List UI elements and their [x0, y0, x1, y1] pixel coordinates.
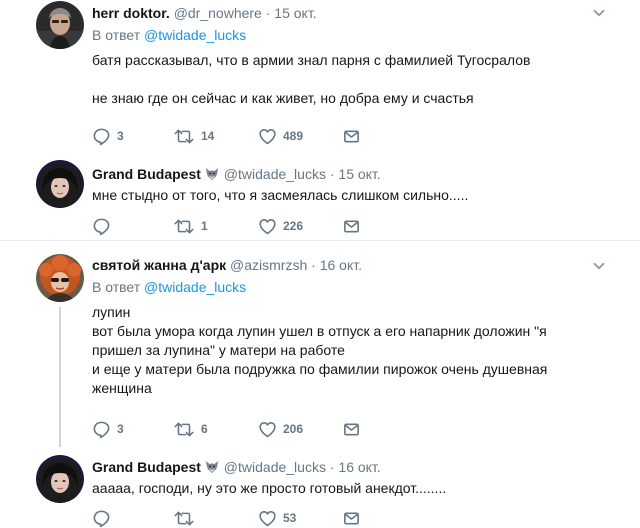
retweet-count: 1	[201, 219, 208, 233]
tweet-text-line: вот была умора когда лупин ушел в отпуск…	[92, 323, 547, 339]
direct-message-button[interactable]	[342, 126, 361, 146]
envelope-icon	[342, 217, 361, 236]
tweet-text-line	[92, 70, 530, 89]
reply-button[interactable]	[92, 508, 117, 528]
tweet-header: святой жанна д'арк @azismrzsh · 16 окт.	[92, 256, 362, 274]
direct-message-button[interactable]	[342, 419, 361, 439]
thread-connector-line	[59, 307, 61, 447]
tweet-text: ааааа, господи, ну это же просто готовый…	[92, 479, 446, 498]
tweet[interactable]: Grand Budapest @twidade_lucks · 15 окт. …	[0, 156, 640, 240]
retweet-count: 6	[201, 422, 208, 436]
like-count: 53	[283, 511, 297, 525]
author-handle[interactable]: @twidade_lucks	[224, 166, 326, 182]
dot-separator: ·	[265, 5, 271, 21]
reply-icon	[92, 127, 111, 146]
author-name[interactable]: Grand Budapest	[92, 459, 201, 475]
retweet-count: 14	[201, 129, 215, 143]
retweet-button[interactable]: 14	[173, 126, 214, 146]
tweet[interactable]: Grand Budapest @twidade_lucks · 16 окт. …	[0, 446, 640, 528]
tweet-text-line: батя рассказывал, что в армии знал парня…	[92, 52, 531, 68]
tweet-header: Grand Budapest @twidade_lucks · 16 окт.	[92, 458, 381, 476]
tweet-text-line: и еще у матери была подружка по фамилии …	[92, 361, 548, 377]
heart-icon	[258, 420, 277, 439]
retweet-button[interactable]: 1	[173, 216, 208, 236]
heart-icon	[258, 509, 277, 528]
tweet-text-line: женщина	[92, 380, 152, 396]
retweet-button[interactable]: 6	[173, 419, 208, 439]
reply-button[interactable]	[92, 216, 117, 236]
envelope-icon	[342, 420, 361, 439]
tweet-date[interactable]: 15 окт.	[274, 5, 316, 21]
retweet-icon	[173, 420, 195, 439]
dot-separator: ·	[329, 166, 335, 182]
reply-icon	[92, 509, 111, 528]
avatar[interactable]	[36, 254, 84, 302]
author-handle[interactable]: @dr_nowhere	[174, 5, 262, 21]
heart-icon	[258, 217, 277, 236]
tweet-header: Grand Budapest @twidade_lucks · 15 окт.	[92, 165, 381, 183]
wolf-emoji-icon	[204, 459, 220, 475]
reply-prefix: В ответ	[92, 27, 141, 43]
reply-button[interactable]: 3	[92, 419, 124, 439]
heart-icon	[258, 127, 277, 146]
tweet-text-line: пришел за лупина" у матери на работе	[92, 342, 345, 358]
tweet-text: лупин вот была умора когда лупин ушел в …	[92, 303, 547, 398]
tweet-text: батя рассказывал, что в армии знал парня…	[92, 51, 530, 108]
retweet-icon	[173, 127, 195, 146]
reply-button[interactable]: 3	[92, 126, 124, 146]
author-handle[interactable]: @twidade_lucks	[224, 459, 326, 475]
avatar[interactable]	[36, 455, 84, 503]
wolf-emoji-icon	[204, 166, 220, 182]
reply-count: 3	[117, 129, 124, 143]
tweet[interactable]: herr doktor. @dr_nowhere · 15 окт. В отв…	[0, 0, 640, 156]
reply-icon	[92, 217, 111, 236]
tweet-date[interactable]: 16 окт.	[320, 257, 362, 273]
direct-message-button[interactable]	[342, 508, 361, 528]
tweet-text-line: ааааа, господи, ну это же просто готовый…	[92, 480, 447, 496]
like-button[interactable]: 489	[258, 126, 303, 146]
tweet-date[interactable]: 16 окт.	[338, 459, 380, 475]
reply-to-link[interactable]: @twidade_lucks	[144, 279, 246, 295]
reply-icon	[92, 420, 111, 439]
tweet[interactable]: святой жанна д'арк @azismrzsh · 16 окт. …	[0, 241, 640, 447]
chevron-down-icon[interactable]	[592, 259, 606, 273]
reply-to-line: В ответ @twidade_lucks	[92, 279, 246, 295]
avatar[interactable]	[36, 1, 84, 49]
like-count: 489	[283, 129, 304, 143]
dot-separator: ·	[311, 257, 316, 273]
tweet-header: herr doktor. @dr_nowhere · 15 окт.	[92, 4, 317, 22]
envelope-icon	[342, 509, 361, 528]
avatar[interactable]	[36, 160, 84, 208]
like-button[interactable]: 226	[258, 216, 303, 236]
reply-count: 3	[117, 422, 124, 436]
tweet-date[interactable]: 15 окт.	[338, 166, 380, 182]
reply-prefix: В ответ	[92, 279, 141, 295]
reply-to-line: В ответ @twidade_lucks	[92, 27, 246, 43]
author-name[interactable]: святой жанна д'арк	[92, 257, 226, 273]
tweet-text: мне стыдно от того, что я засмеялась сли…	[92, 186, 468, 205]
like-count: 226	[283, 219, 304, 233]
envelope-icon	[342, 127, 361, 146]
direct-message-button[interactable]	[342, 216, 361, 236]
tweet-text-line: не знаю где он сейчас и как живет, но до…	[92, 90, 474, 106]
author-handle[interactable]: @azismrzsh	[230, 257, 307, 273]
chevron-down-icon[interactable]	[592, 6, 606, 20]
tweet-text-line: мне стыдно от того, что я засмеялась сли…	[92, 187, 469, 203]
like-count: 206	[283, 422, 304, 436]
dot-separator: ·	[329, 459, 335, 475]
retweet-icon	[173, 217, 195, 236]
tweet-text-line: лупин	[92, 304, 131, 320]
like-button[interactable]: 206	[258, 419, 303, 439]
author-name[interactable]: Grand Budapest	[92, 166, 201, 182]
retweet-icon	[173, 509, 195, 528]
reply-to-link[interactable]: @twidade_lucks	[144, 27, 246, 43]
retweet-button[interactable]	[173, 508, 201, 528]
author-name[interactable]: herr doktor.	[92, 5, 170, 21]
like-button[interactable]: 53	[258, 508, 296, 528]
